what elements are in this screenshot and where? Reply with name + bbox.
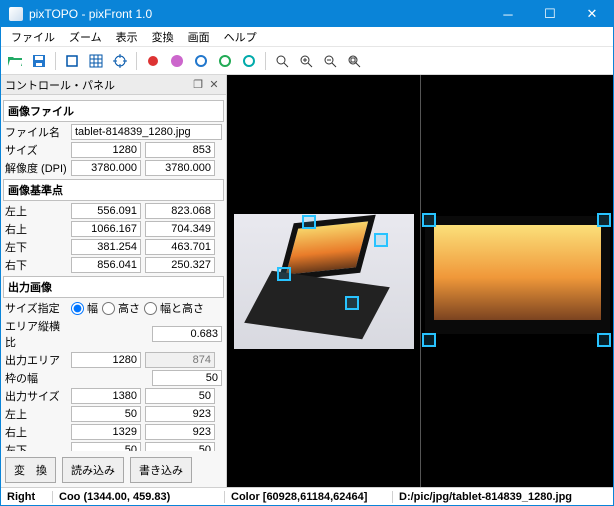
filename-label: ファイル名 [5, 124, 67, 140]
marker-tr[interactable] [374, 233, 388, 247]
status-color: Color [60928,61184,62464] [225, 491, 393, 503]
marker-bl[interactable] [277, 267, 291, 281]
titlebar[interactable]: pixTOPO - pixFront 1.0 ─ ☐ ✕ [1, 1, 613, 27]
menu-file[interactable]: ファイル [5, 27, 61, 47]
source-image [234, 214, 414, 349]
grid-icon[interactable] [86, 51, 106, 71]
red-gear-icon[interactable] [143, 51, 163, 71]
menu-screen[interactable]: 画面 [182, 27, 216, 47]
outsize-label: 出力サイズ [5, 388, 67, 404]
otr-x[interactable]: 1329 [71, 424, 141, 440]
rmarker-br[interactable] [597, 333, 611, 347]
close-button[interactable]: ✕ [571, 1, 613, 27]
otl-label: 左上 [5, 406, 67, 422]
rmarker-tr[interactable] [597, 213, 611, 227]
otl-x[interactable]: 50 [71, 406, 141, 422]
br-y[interactable]: 250.327 [145, 257, 215, 273]
tr-x[interactable]: 1066.167 [71, 221, 141, 237]
group-output: 出力画像 [3, 276, 224, 298]
toolbar [1, 47, 613, 75]
tr-label: 右上 [5, 221, 67, 237]
obl-y[interactable]: 50 [145, 442, 215, 451]
zoom-fit-icon[interactable] [272, 51, 292, 71]
blue-circle-icon[interactable] [191, 51, 211, 71]
filename-value: tablet-814839_1280.jpg [71, 124, 222, 140]
obl-x[interactable]: 50 [71, 442, 141, 451]
crop-icon[interactable] [62, 51, 82, 71]
outarea-h: 874 [145, 352, 215, 368]
maximize-button[interactable]: ☐ [529, 1, 571, 27]
cyan-circle-icon[interactable] [239, 51, 259, 71]
tl-label: 左上 [5, 203, 67, 219]
outarea-w[interactable]: 1280 [71, 352, 141, 368]
outarea-label: 出力エリア [5, 352, 67, 368]
br-label: 右下 [5, 257, 67, 273]
convert-button[interactable]: 変 換 [5, 457, 56, 483]
result-view[interactable] [420, 75, 613, 487]
marker-br[interactable] [345, 296, 359, 310]
zoom-reset-icon[interactable] [344, 51, 364, 71]
tl-x[interactable]: 556.091 [71, 203, 141, 219]
bl-x[interactable]: 381.254 [71, 239, 141, 255]
result-image [425, 216, 610, 346]
size-h: 853 [145, 142, 215, 158]
zoom-out-icon[interactable] [320, 51, 340, 71]
panel-title: コントロール・パネル [5, 77, 190, 93]
outsize-w: 1380 [71, 388, 141, 404]
radio-width[interactable]: 幅 [71, 300, 98, 316]
load-button[interactable]: 読み込み [62, 457, 124, 483]
window-title: pixTOPO - pixFront 1.0 [29, 7, 487, 21]
rmarker-bl[interactable] [422, 333, 436, 347]
panel-close-icon[interactable]: ✕ [206, 78, 222, 91]
crosshair-icon[interactable] [110, 51, 130, 71]
radio-height[interactable]: 高さ [102, 300, 140, 316]
open-icon[interactable] [5, 51, 25, 71]
bl-y[interactable]: 463.701 [145, 239, 215, 255]
br-x[interactable]: 856.041 [71, 257, 141, 273]
marker-tl[interactable] [302, 215, 316, 229]
otl-y[interactable]: 923 [145, 406, 215, 422]
obl-label: 左下 [5, 442, 67, 451]
status-side: Right [1, 491, 53, 503]
palette-icon[interactable] [167, 51, 187, 71]
size-label: サイズ [5, 142, 67, 158]
menu-view[interactable]: 表示 [110, 27, 144, 47]
aspect-value: 0.683 [152, 326, 222, 342]
panel-float-icon[interactable]: ❐ [190, 78, 206, 91]
group-image-file: 画像ファイル [3, 100, 224, 122]
dpi-label: 解像度 (DPI) [5, 160, 67, 176]
control-panel: コントロール・パネル ❐ ✕ 画像ファイル ファイル名tablet-814839… [1, 75, 227, 487]
radio-wh[interactable]: 幅と高さ [144, 300, 204, 316]
otr-y[interactable]: 923 [145, 424, 215, 440]
dpi-x: 3780.000 [71, 160, 141, 176]
bl-label: 左下 [5, 239, 67, 255]
image-viewer[interactable] [227, 75, 613, 487]
statusbar: Right Coo (1344.00, 459.83) Color [60928… [1, 487, 613, 505]
tr-y[interactable]: 704.349 [145, 221, 215, 237]
green-circle-icon[interactable] [215, 51, 235, 71]
sizetype-label: サイズ指定 [5, 300, 67, 316]
status-coo: Coo (1344.00, 459.83) [53, 491, 225, 503]
menu-convert[interactable]: 変換 [146, 27, 180, 47]
menu-zoom[interactable]: ズーム [63, 27, 108, 47]
menubar: ファイル ズーム 表示 変換 画面 ヘルプ [1, 27, 613, 47]
outsize-h: 50 [145, 388, 215, 404]
app-icon [9, 7, 23, 21]
menu-help[interactable]: ヘルプ [218, 27, 263, 47]
rmarker-tl[interactable] [422, 213, 436, 227]
status-path: D:/pic/jpg/tablet-814839_1280.jpg [393, 491, 613, 503]
minimize-button[interactable]: ─ [487, 1, 529, 27]
source-view[interactable] [227, 75, 420, 487]
otr-label: 右上 [5, 424, 67, 440]
save-button[interactable]: 書き込み [130, 457, 192, 483]
save-icon[interactable] [29, 51, 49, 71]
tl-y[interactable]: 823.068 [145, 203, 215, 219]
border-label: 枠の幅 [5, 370, 67, 386]
size-w: 1280 [71, 142, 141, 158]
dpi-y: 3780.000 [145, 160, 215, 176]
aspect-label: エリア縦横比 [5, 318, 67, 350]
border-value[interactable]: 50 [152, 370, 222, 386]
group-basepoints: 画像基準点 [3, 179, 224, 201]
zoom-in-icon[interactable] [296, 51, 316, 71]
